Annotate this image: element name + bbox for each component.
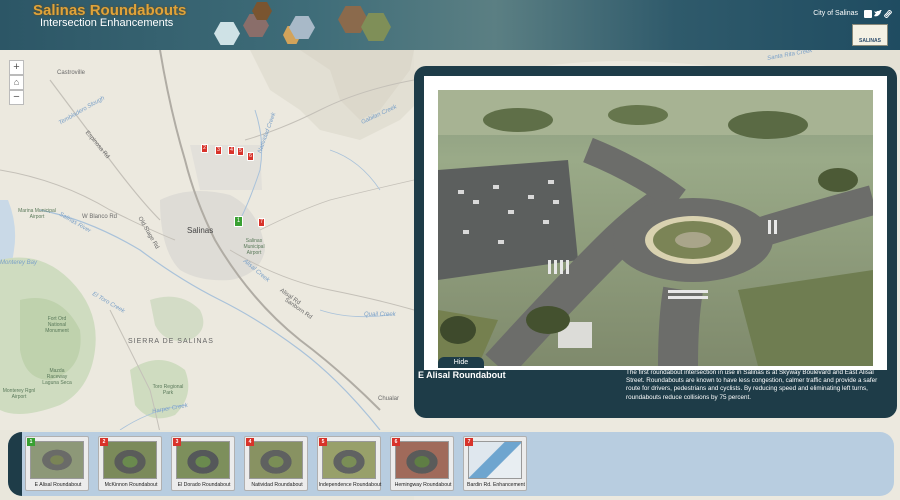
roundabout-photo-graphic <box>438 90 873 366</box>
twitter-icon[interactable] <box>874 9 882 18</box>
story-description: The first roundabout intersection in use… <box>626 369 878 401</box>
thumbnail-image <box>30 441 84 479</box>
home-button[interactable]: ⌂ <box>9 75 24 90</box>
map-label: Chualar <box>378 396 400 402</box>
map-marker-3[interactable]: 3 <box>215 146 222 155</box>
map-label: Salinas Municipal Airport <box>243 238 265 256</box>
facebook-icon[interactable] <box>864 10 872 18</box>
map-label: Monterey Bay <box>0 260 38 266</box>
thumbnail-number: 4 <box>246 438 254 446</box>
map-label: Monterey Rgnl Airport <box>2 388 36 400</box>
carousel-item-6[interactable]: 6 Hemingway Roundabout <box>390 436 454 491</box>
thumbnail-number: 3 <box>173 438 181 446</box>
carousel-item-4[interactable]: 4 Natividad Roundabout <box>244 436 308 491</box>
thumbnail-image <box>395 441 449 479</box>
thumbnail-label: Independence Roundabout <box>318 482 382 488</box>
thumbnail-image <box>322 441 376 479</box>
photo-frame <box>424 76 887 370</box>
map-marker-4[interactable]: 4 <box>228 146 235 155</box>
map-label: Mazda Raceway Laguna Seca <box>42 368 72 386</box>
thumbnail-image <box>468 441 522 479</box>
thumbnail-label: E Alisal Roundabout <box>34 482 82 488</box>
thumbnail-label: Natividad Roundabout <box>251 482 303 488</box>
thumbnail-label: El Dorado Roundabout <box>177 482 231 488</box>
story-title: E Alisal Roundabout <box>418 370 506 380</box>
link-icon[interactable] <box>884 10 892 18</box>
thumbnail-number: 2 <box>100 438 108 446</box>
thumbnail-number: 6 <box>392 438 400 446</box>
city-logo-text: SALINAS <box>859 38 881 44</box>
thumbnail-image <box>103 441 157 479</box>
header-hex-image <box>214 22 240 45</box>
map-label: Toro Regional Park <box>152 384 184 396</box>
thumbnail-image <box>249 441 303 479</box>
map-label: SIERRA DE SALINAS <box>128 338 214 345</box>
carousel-item-5[interactable]: 5 Independence Roundabout <box>317 436 381 491</box>
map-label: W Blanco Rd <box>82 214 118 220</box>
carousel-item-1[interactable]: 1 E Alisal Roundabout <box>25 436 89 491</box>
story-panel <box>414 66 897 418</box>
map-label: Fort Ord National Monument <box>45 316 69 334</box>
map-marker-2[interactable]: 2 <box>201 144 208 153</box>
carousel-item-3[interactable]: 3 El Dorado Roundabout <box>171 436 235 491</box>
map-marker-7[interactable]: 7 <box>258 218 265 227</box>
thumbnail-number: 1 <box>27 438 35 446</box>
zoom-out-button[interactable]: − <box>9 90 24 105</box>
thumbnail-number: 7 <box>465 438 473 446</box>
map-marker-6[interactable]: 6 <box>247 152 254 161</box>
app-header: Salinas Roundabouts Intersection Enhance… <box>0 0 900 50</box>
city-logo: SALINAS <box>852 24 888 46</box>
city-of-salinas-link[interactable]: City of Salinas <box>813 10 858 17</box>
app-subtitle: Intersection Enhancements <box>40 17 174 29</box>
map-city-label: Salinas <box>187 226 214 235</box>
carousel-item-2[interactable]: 2 McKinnon Roundabout <box>98 436 162 491</box>
map-label: Marina Municipal Airport <box>18 208 56 220</box>
carousel-item-7[interactable]: 7 Bardin Rd. Enhancement <box>463 436 527 491</box>
hide-caption-button[interactable]: Hide <box>438 357 484 368</box>
roundabout-aerial-photo <box>438 90 873 366</box>
map-label: Castroville <box>57 70 86 76</box>
zoom-in-button[interactable]: + <box>9 60 24 75</box>
map-marker-5[interactable]: 5 <box>237 147 244 156</box>
map-label: Quail Creek <box>364 312 396 318</box>
thumbnail-image <box>176 441 230 479</box>
thumbnail-number: 5 <box>319 438 327 446</box>
thumbnail-label: McKinnon Roundabout <box>104 482 158 488</box>
thumbnail-label: Bardin Rd. Enhancement <box>467 482 525 488</box>
thumbnail-label: Hemingway Roundabout <box>394 482 452 488</box>
map-marker-1[interactable]: 1 <box>234 216 243 227</box>
